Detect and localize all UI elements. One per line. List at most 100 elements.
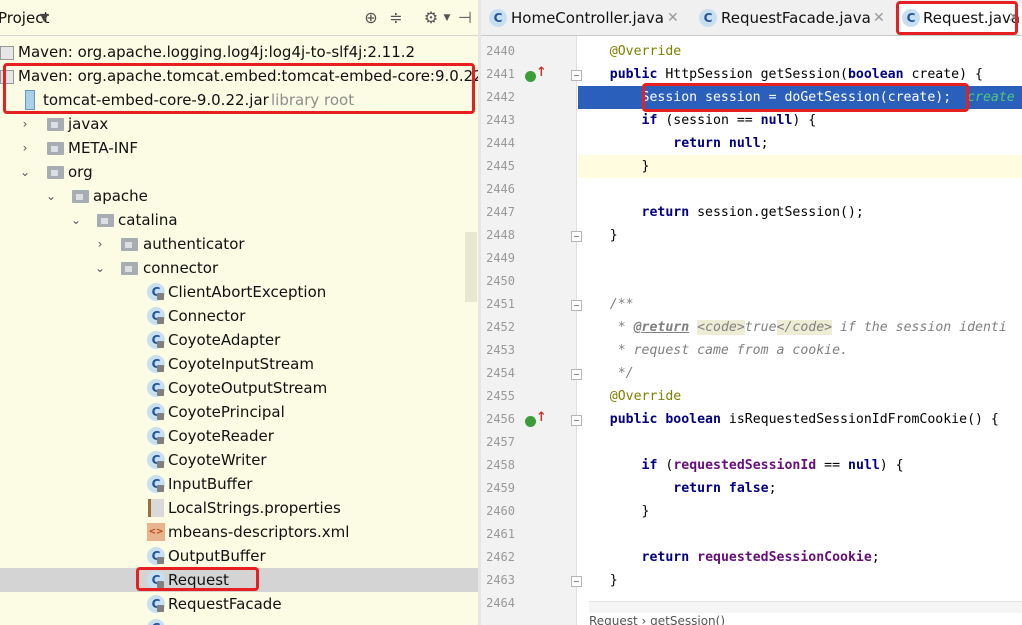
parameter-hint: create <box>967 90 1015 105</box>
collapse-all-icon[interactable]: ≑ <box>386 8 406 28</box>
chevron-down-icon[interactable]: ⌄ <box>93 256 107 280</box>
tree-row-class[interactable]: C CoyoteOutputStream <box>0 376 478 400</box>
tree-row-maven-log4j[interactable]: Maven: org.apache.logging.log4j:log4j-to… <box>0 40 478 64</box>
tree-row-class[interactable]: C ClientAbortException <box>0 280 478 304</box>
close-icon[interactable]: ✕ <box>873 3 885 34</box>
class-icon: C <box>147 403 165 421</box>
override-marker-icon[interactable]: ↑ <box>525 410 547 427</box>
package-icon <box>97 214 114 227</box>
tree-row-catalina[interactable]: ⌄ catalina <box>0 208 478 232</box>
tree-row-label: tomcat-embed-core-9.0.22.jar <box>43 91 269 109</box>
tab-request-facade[interactable]: C RequestFacade.java ✕ <box>691 3 896 34</box>
tree-row-connector[interactable]: ⌄ connector <box>0 256 478 280</box>
line-number: 2441 <box>486 67 515 81</box>
arrow-up-icon: ↑ <box>536 65 547 80</box>
tree-row-properties[interactable]: LocalStrings.properties <box>0 496 478 520</box>
code-area[interactable]: @Override public HttpSession getSession(… <box>578 36 1022 625</box>
tab-home-controller[interactable]: C HomeController.java ✕ <box>481 3 691 34</box>
tree-row-maven-tomcat[interactable]: Maven: org.apache.tomcat.embed:tomcat-em… <box>0 64 478 88</box>
editor-horizontal-scrollbar[interactable] <box>589 601 1022 613</box>
code-text: ) { <box>879 458 904 473</box>
hide-panel-icon[interactable]: ⊣ <box>455 8 475 28</box>
class-icon: C <box>147 619 165 625</box>
line-number: 2447 <box>486 205 515 219</box>
tree-row-label: Connector <box>168 307 246 325</box>
project-scrollbar[interactable] <box>465 232 477 302</box>
tree-row-label: RequestFacade <box>168 595 282 613</box>
code-text: Session session = doGetSession(create); <box>641 90 952 105</box>
keyword: null <box>728 136 761 151</box>
class-icon: C <box>147 547 165 565</box>
tree-row-label: Request <box>168 571 229 589</box>
editor-breadcrumb[interactable]: Request › getSession() <box>589 614 725 625</box>
tree-row-javax[interactable]: › javax <box>0 112 478 136</box>
code-line-2444: return null; <box>578 132 1022 155</box>
line-number: 2440 <box>486 44 515 58</box>
tree-row-class[interactable]: C CoyoteReader <box>0 424 478 448</box>
line-number: 2444 <box>486 136 515 150</box>
close-icon[interactable]: ✕ <box>667 3 679 34</box>
class-icon: C <box>147 427 165 445</box>
tab-label: Request.java <box>923 9 1021 27</box>
code-text: } <box>641 504 650 519</box>
code-text: ) { <box>792 113 817 128</box>
line-number: 2457 <box>486 435 515 449</box>
tree-row-jar[interactable]: tomcat-embed-core-9.0.22.jar library roo… <box>0 88 478 112</box>
tree-row-xml[interactable]: <> mbeans-descriptors.xml <box>0 520 478 544</box>
editor-tab-bar: C HomeController.java ✕ C RequestFacade.… <box>481 0 1022 36</box>
tab-request-active[interactable]: C Request.java ✕ <box>896 3 1022 34</box>
keyword: if <box>641 113 658 128</box>
chevron-down-icon[interactable]: ⌄ <box>18 160 32 184</box>
tree-row-class[interactable]: C CoyotePrincipal <box>0 400 478 424</box>
tree-row-class[interactable]: C RequestFacade <box>0 592 478 616</box>
chevron-right-icon[interactable]: › <box>18 112 32 136</box>
class-icon: C <box>147 355 165 373</box>
tree-row-partial[interactable]: C <box>0 616 478 625</box>
settings-caret-icon[interactable]: ▼ <box>437 8 457 28</box>
comment: /** <box>609 297 634 312</box>
tree-row-class[interactable]: C CoyoteInputStream <box>0 352 478 376</box>
tree-row-request-selected[interactable]: C Request <box>0 568 478 592</box>
tree-row-label: connector <box>143 259 219 277</box>
implements-icon <box>525 71 536 82</box>
tree-row-class[interactable]: C CoyoteWriter <box>0 448 478 472</box>
tree-row-org[interactable]: ⌄ org <box>0 160 478 184</box>
line-number: 2463 <box>486 573 515 587</box>
tree-row-authenticator[interactable]: › authenticator <box>0 232 478 256</box>
code-text: ; <box>871 550 880 565</box>
comment: */ <box>609 366 634 381</box>
code-line-2456: public boolean isRequestedSessionIdFromC… <box>578 408 1022 431</box>
chevron-right-icon[interactable]: › <box>18 136 32 160</box>
keyword: null <box>760 113 793 128</box>
class-icon: C <box>147 307 165 325</box>
line-number: 2458 <box>486 458 515 472</box>
line-number: 2455 <box>486 389 515 403</box>
tab-label: HomeController.java <box>511 9 664 27</box>
tree-row-meta-inf[interactable]: › META-INF <box>0 136 478 160</box>
keyword: boolean <box>665 412 721 427</box>
tree-row-label: authenticator <box>143 235 245 253</box>
tree-row-class[interactable]: C OutputBuffer <box>0 544 478 568</box>
close-icon[interactable]: ✕ <box>1008 3 1020 34</box>
tree-row-apache[interactable]: ⌄ apache <box>0 184 478 208</box>
class-icon: C <box>147 571 165 589</box>
html-tag: <code> <box>697 320 745 335</box>
chevron-down-icon[interactable]: ⌄ <box>44 184 58 208</box>
comment: * request came from a cookie. <box>609 343 848 358</box>
tree-row-class[interactable]: C Connector <box>0 304 478 328</box>
folder-icon <box>47 142 64 155</box>
code-line-2451: /** <box>578 293 1022 316</box>
chevron-right-icon[interactable]: › <box>93 232 107 256</box>
code-text: } <box>609 228 618 243</box>
tree-row-class[interactable]: C CoyoteAdapter <box>0 328 478 352</box>
override-marker-icon[interactable]: ↑ <box>525 65 547 82</box>
locate-icon[interactable]: ⊕ <box>361 8 381 28</box>
chevron-down-icon[interactable]: ⌄ <box>69 208 83 232</box>
code-text: ( <box>657 458 674 473</box>
code-text: ; <box>768 481 777 496</box>
class-icon: C <box>147 331 165 349</box>
caret-down-icon[interactable]: ▼ <box>40 11 48 24</box>
line-number: 2445 <box>486 159 515 173</box>
package-icon <box>72 190 89 203</box>
tree-row-class[interactable]: C InputBuffer <box>0 472 478 496</box>
